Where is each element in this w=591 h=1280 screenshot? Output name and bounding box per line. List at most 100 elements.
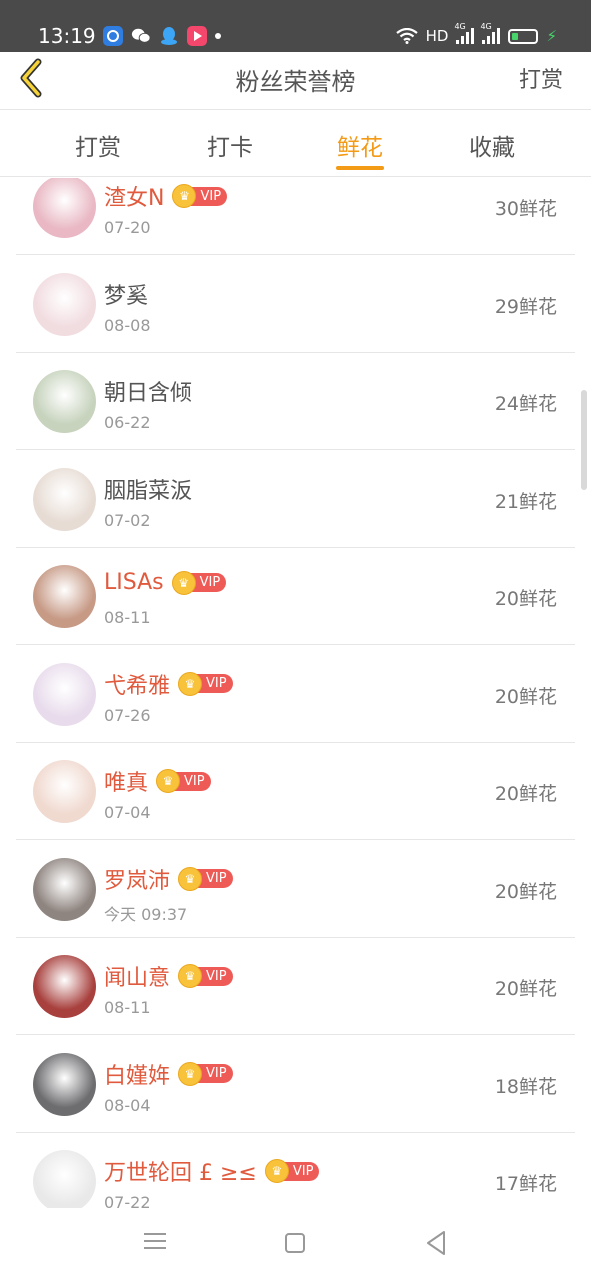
fan-name-text: 闻山意 bbox=[104, 966, 171, 991]
status-bar: 13:19 HD 4G 4G ⚡ bbox=[0, 0, 591, 52]
fan-name: 白嫤姩 ♛ VIP bbox=[104, 1058, 233, 1090]
page-title: 粉丝荣誉榜 bbox=[235, 68, 356, 96]
fan-date: 08-08 bbox=[104, 315, 151, 335]
fan-name: 万世轮回 £ ≥≤ ♛ VIP bbox=[104, 1155, 320, 1187]
crown-icon: ♛ bbox=[178, 866, 203, 891]
avatar[interactable] bbox=[33, 467, 96, 531]
fan-name-text: 胭脂菜汳 bbox=[104, 478, 193, 504]
qq-icon bbox=[159, 26, 179, 46]
tab-favorites[interactable]: 收藏 bbox=[452, 128, 532, 162]
fan-name-text: 弋希雅 bbox=[104, 673, 171, 699]
fan-name: 梦奚 bbox=[104, 278, 148, 310]
avatar[interactable] bbox=[33, 1052, 96, 1116]
fan-row[interactable]: 梦奚 08-08 29鲜花 bbox=[16, 256, 575, 353]
flower-count: 20鲜花 bbox=[494, 783, 557, 805]
fan-date: 07-26 bbox=[104, 705, 151, 725]
tab-reward[interactable]: 打赏 bbox=[58, 128, 138, 162]
status-time: 13:19 bbox=[38, 24, 96, 48]
fan-name: 弋希雅 ♛ VIP bbox=[104, 668, 233, 700]
menu-icon[interactable] bbox=[144, 1233, 166, 1251]
avatar[interactable] bbox=[33, 662, 96, 726]
fan-name-text: 渣女N bbox=[104, 186, 165, 211]
fan-row[interactable]: 朝日含倾 06-22 24鲜花 bbox=[16, 353, 575, 450]
tab-flowers[interactable]: 鲜花 bbox=[320, 128, 400, 162]
notification-dot bbox=[215, 33, 221, 39]
tab-bar: 打赏 打卡 鲜花 收藏 bbox=[0, 111, 591, 177]
fan-date: 06-22 bbox=[104, 413, 151, 432]
fan-name: 闻山意 ♛ VIP bbox=[104, 960, 233, 992]
crown-icon: ♛ bbox=[156, 769, 181, 793]
avatar[interactable] bbox=[33, 565, 96, 628]
vip-badge: ♛ VIP bbox=[264, 1159, 320, 1183]
fan-row[interactable]: LISAs ♛ VIP 08-11 20鲜花 bbox=[16, 548, 575, 645]
back-triangle-icon[interactable] bbox=[424, 1230, 448, 1256]
vip-badge: ♛ VIP bbox=[178, 671, 233, 696]
fan-row[interactable]: 弋希雅 ♛ VIP 07-26 20鲜花 bbox=[16, 646, 575, 743]
crown-icon: ♛ bbox=[264, 1159, 289, 1183]
vip-badge: ♛ VIP bbox=[171, 570, 227, 595]
fan-name-text: 唯真 bbox=[104, 771, 149, 796]
fan-name-text: 万世轮回 £ ≥≤ bbox=[104, 1161, 257, 1186]
fan-row[interactable]: 白嫤姩 ♛ VIP 08-04 18鲜花 bbox=[16, 1036, 575, 1133]
flower-count: 18鲜花 bbox=[494, 1075, 557, 1098]
avatar[interactable] bbox=[33, 955, 96, 1018]
app-header: 粉丝荣誉榜 打赏 bbox=[0, 52, 591, 110]
battery-icon bbox=[508, 28, 539, 44]
scrollbar[interactable] bbox=[581, 390, 587, 490]
flower-count: 20鲜花 bbox=[494, 588, 557, 610]
fan-name-text: 梦奚 bbox=[104, 283, 149, 309]
fan-date: 07-02 bbox=[104, 510, 151, 530]
fan-date: 07-04 bbox=[104, 803, 151, 822]
signal-1-icon: 4G bbox=[454, 22, 475, 44]
avatar[interactable] bbox=[33, 857, 96, 921]
fan-name: 罗岚沛 ♛ VIP bbox=[104, 863, 233, 895]
fan-name: 胭脂菜汳 bbox=[104, 473, 192, 505]
vip-badge: ♛ VIP bbox=[172, 184, 228, 208]
fan-row[interactable]: 胭脂菜汳 07-02 21鲜花 bbox=[16, 451, 575, 548]
wechat-icon bbox=[131, 26, 151, 46]
avatar[interactable] bbox=[33, 760, 96, 823]
fan-name-text: 罗岚沛 bbox=[104, 868, 171, 894]
active-tab-indicator bbox=[336, 166, 384, 170]
flower-count: 24鲜花 bbox=[494, 393, 557, 415]
signal-2-icon: 4G bbox=[480, 22, 501, 44]
flower-count: 17鲜花 bbox=[494, 1173, 557, 1195]
avatar[interactable] bbox=[33, 272, 96, 336]
fan-date: 08-11 bbox=[104, 608, 151, 627]
flower-count: 20鲜花 bbox=[494, 880, 557, 903]
reward-button[interactable]: 打赏 bbox=[519, 62, 563, 94]
fan-row[interactable]: 万世轮回 £ ≥≤ ♛ VIP 07-22 17鲜花 bbox=[16, 1133, 575, 1208]
crown-icon: ♛ bbox=[178, 1061, 203, 1086]
fan-date: 07-20 bbox=[104, 218, 151, 237]
flower-count: 29鲜花 bbox=[494, 295, 557, 318]
avatar[interactable] bbox=[33, 178, 96, 238]
fan-row[interactable]: 渣女N ♛ VIP 07-20 30鲜花 bbox=[16, 178, 575, 255]
tab-checkin[interactable]: 打卡 bbox=[190, 128, 270, 162]
avatar[interactable] bbox=[33, 370, 96, 433]
vip-badge: ♛ VIP bbox=[178, 964, 233, 988]
browser-icon bbox=[103, 26, 123, 46]
system-nav-bar bbox=[0, 1208, 591, 1280]
fan-name: 唯真 ♛ VIP bbox=[104, 765, 211, 797]
fan-name: 朝日含倾 bbox=[104, 375, 192, 407]
hd-label: HD bbox=[425, 27, 449, 45]
crown-icon: ♛ bbox=[178, 964, 203, 988]
fan-row[interactable]: 罗岚沛 ♛ VIP 今天 09:37 20鲜花 bbox=[16, 841, 575, 938]
flower-count: 21鲜花 bbox=[494, 490, 557, 513]
crown-icon: ♛ bbox=[178, 671, 203, 696]
fan-row[interactable]: 唯真 ♛ VIP 07-04 20鲜花 bbox=[16, 743, 575, 840]
fan-row[interactable]: 闻山意 ♛ VIP 08-11 20鲜花 bbox=[16, 938, 575, 1035]
fan-list[interactable]: 渣女N ♛ VIP 07-20 30鲜花 梦奚 08-08 29鲜花 朝日含倾 06-22 24鲜花… bbox=[16, 178, 575, 1208]
fan-name: 渣女N ♛ VIP bbox=[104, 180, 228, 212]
system-icons: HD 4G 4G ⚡ bbox=[395, 22, 557, 48]
fan-date: 07-22 bbox=[104, 1193, 151, 1208]
vip-badge: ♛ VIP bbox=[178, 1061, 233, 1086]
avatar[interactable] bbox=[33, 1150, 96, 1208]
fan-date: 08-04 bbox=[104, 1095, 151, 1115]
notification-icons bbox=[103, 24, 221, 48]
fan-date: 08-11 bbox=[104, 998, 151, 1017]
home-icon[interactable] bbox=[285, 1233, 305, 1253]
charging-icon: ⚡ bbox=[546, 27, 557, 45]
video-app-icon bbox=[187, 26, 207, 46]
fan-name-text: 白嫤姩 bbox=[104, 1063, 171, 1089]
